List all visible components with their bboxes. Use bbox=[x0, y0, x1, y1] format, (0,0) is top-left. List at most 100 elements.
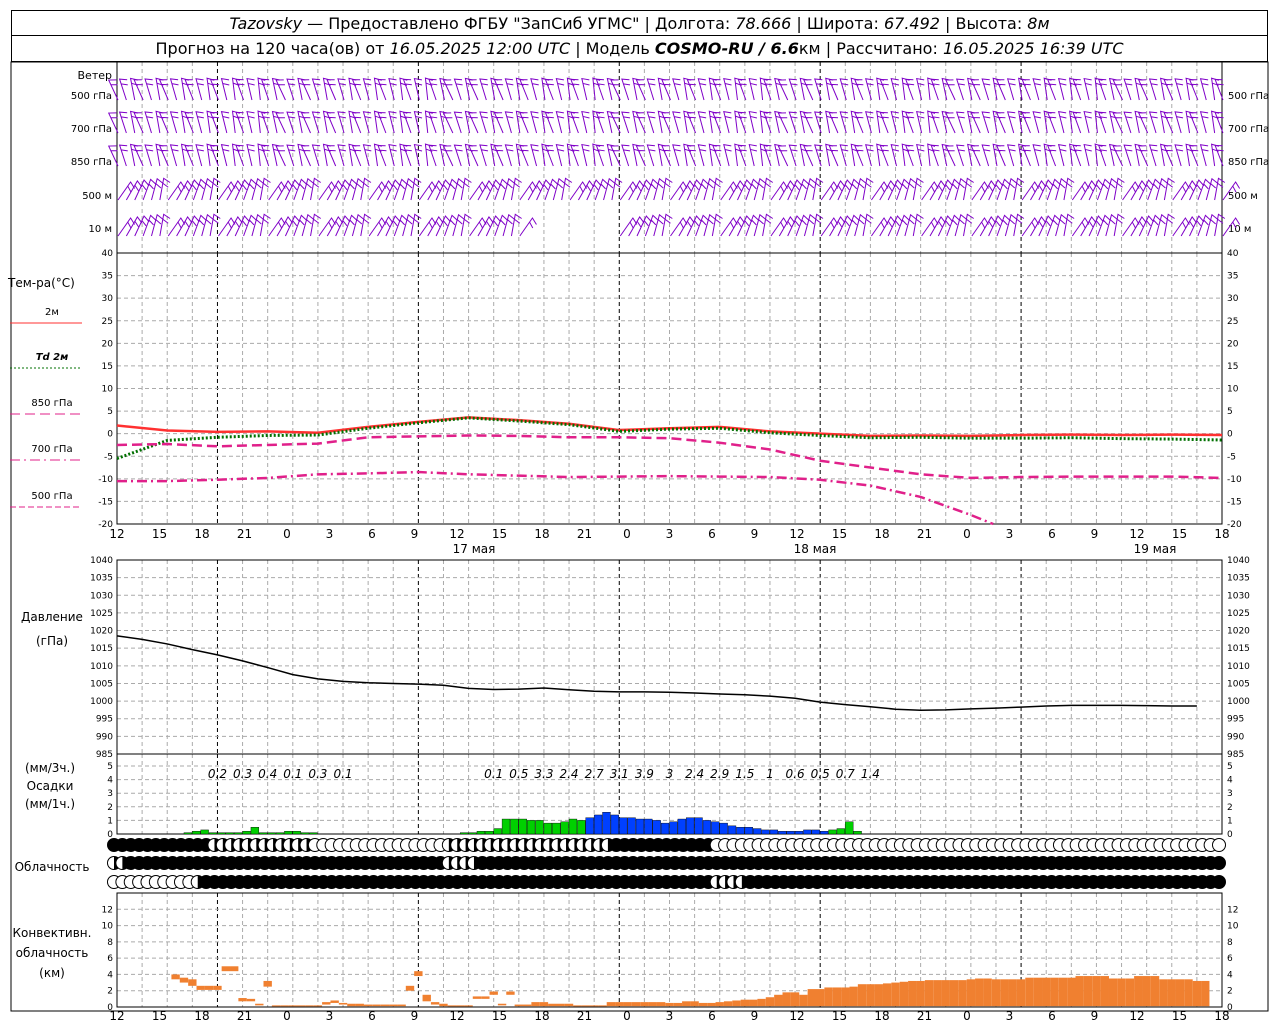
wind-barb bbox=[610, 79, 621, 101]
hour-tick-label-bottom: 6 bbox=[1048, 1009, 1056, 1023]
convective-bar bbox=[280, 1005, 289, 1007]
precip-bar bbox=[577, 820, 586, 835]
precip-bar bbox=[217, 832, 226, 835]
wind-barb bbox=[326, 79, 337, 101]
convective-bar bbox=[179, 977, 189, 983]
wind-barb bbox=[424, 77, 433, 101]
convective-bar bbox=[489, 991, 498, 995]
wind-barb bbox=[318, 181, 336, 201]
wind-barb bbox=[1210, 110, 1220, 134]
wind-barb bbox=[820, 181, 839, 201]
y-tick-label-right: 0 bbox=[1227, 430, 1233, 440]
convective-bar bbox=[246, 998, 256, 1002]
precip-3h-total: 3 bbox=[666, 767, 674, 781]
wind-barb bbox=[971, 217, 989, 237]
wind-barb bbox=[683, 110, 692, 134]
convective-bar bbox=[255, 1003, 264, 1006]
convective-bar bbox=[389, 1004, 398, 1007]
convective-bar bbox=[296, 1005, 306, 1007]
wind-barb bbox=[820, 217, 839, 237]
y-tick-label-right: 6 bbox=[1227, 954, 1233, 964]
hour-tick-label-bottom: 21 bbox=[577, 1009, 592, 1023]
wind-barb bbox=[1083, 143, 1092, 167]
wind-barb bbox=[661, 79, 671, 101]
hour-tick-label: 15 bbox=[152, 527, 167, 541]
wind-barb bbox=[1018, 77, 1027, 101]
convective-bar bbox=[1058, 977, 1068, 1007]
wind-barb bbox=[519, 181, 537, 201]
precip-3h-total: 2.7 bbox=[585, 767, 604, 781]
hour-tick-label-bottom: 9 bbox=[1091, 1009, 1099, 1023]
precip-bar bbox=[233, 832, 243, 835]
wind-barb bbox=[129, 77, 139, 101]
wind-barb bbox=[413, 77, 423, 101]
convective-bar bbox=[866, 984, 875, 1007]
wind-barb bbox=[322, 143, 331, 167]
convective-bar bbox=[556, 1003, 565, 1007]
hour-tick-label: 15 bbox=[492, 527, 507, 541]
wind-barb bbox=[1199, 111, 1209, 134]
wind-barb bbox=[293, 214, 308, 237]
convective-bar bbox=[1201, 980, 1210, 1007]
precip-3h-total: 0.4 bbox=[258, 767, 277, 781]
wind-barb bbox=[1072, 144, 1082, 167]
wind-barb bbox=[530, 78, 539, 101]
wind-barb bbox=[927, 77, 936, 101]
wind-barb bbox=[243, 214, 257, 237]
wind-barb bbox=[879, 111, 889, 134]
wind-barb bbox=[970, 112, 981, 134]
wind-barb bbox=[293, 178, 308, 201]
wind-barb bbox=[1159, 143, 1169, 167]
convective-bar bbox=[481, 996, 490, 999]
convective-bar bbox=[1108, 978, 1118, 1007]
wind-barb bbox=[362, 144, 372, 167]
wind-barb bbox=[418, 217, 437, 237]
wind-barb bbox=[235, 78, 245, 101]
wind-barb bbox=[686, 215, 702, 237]
wind-barb bbox=[257, 110, 266, 134]
wind-barb bbox=[494, 178, 509, 201]
precip-bar bbox=[200, 829, 209, 835]
wind-barb bbox=[921, 181, 939, 201]
wind-barb bbox=[1189, 215, 1205, 237]
convective-bar bbox=[1000, 979, 1009, 1007]
wind-barb bbox=[134, 215, 150, 237]
wind-barb bbox=[268, 181, 286, 201]
wind-barb bbox=[657, 110, 666, 134]
precip-bar bbox=[619, 817, 628, 835]
convective-bar bbox=[472, 996, 482, 999]
y-tick-label-left: 6 bbox=[107, 954, 113, 964]
wind-barb bbox=[393, 178, 408, 201]
wind-level-left: 10 м bbox=[89, 224, 112, 235]
wind-barb bbox=[424, 110, 433, 134]
convective-bar bbox=[1100, 976, 1109, 1007]
precip-bar bbox=[853, 831, 862, 835]
precip-3h-total: 0.7 bbox=[836, 767, 855, 781]
wind-barb bbox=[218, 217, 236, 237]
wind-barb bbox=[158, 79, 169, 101]
wind-barb bbox=[876, 143, 885, 167]
y-tick-label-right: 985 bbox=[1227, 750, 1244, 760]
wind-barb bbox=[1057, 78, 1067, 101]
wind-barb bbox=[657, 77, 666, 101]
convective-bar bbox=[1184, 979, 1193, 1007]
convective-bar bbox=[464, 1005, 473, 1007]
wind-barb bbox=[348, 143, 357, 167]
convective-bar bbox=[506, 991, 515, 995]
convective-bar bbox=[707, 1002, 716, 1007]
convective-bar bbox=[305, 1005, 314, 1007]
wind-barb bbox=[464, 77, 473, 101]
convective-bar bbox=[414, 971, 423, 977]
wind-barb bbox=[970, 145, 981, 167]
wind-barb bbox=[343, 178, 358, 201]
y-tick-label-left: 1040 bbox=[90, 556, 113, 566]
y-tick-label-right: 1 bbox=[1227, 816, 1233, 826]
convective-bar bbox=[380, 1004, 390, 1007]
wind-barb bbox=[916, 110, 925, 134]
y-tick-label-right: 1035 bbox=[1227, 574, 1250, 584]
wind-barb bbox=[220, 144, 230, 167]
y-tick-label-right: 1015 bbox=[1227, 644, 1250, 654]
y-tick-label-left: 20 bbox=[102, 339, 114, 349]
wind-barb bbox=[555, 78, 565, 101]
wind-title: Ветер bbox=[78, 69, 112, 82]
